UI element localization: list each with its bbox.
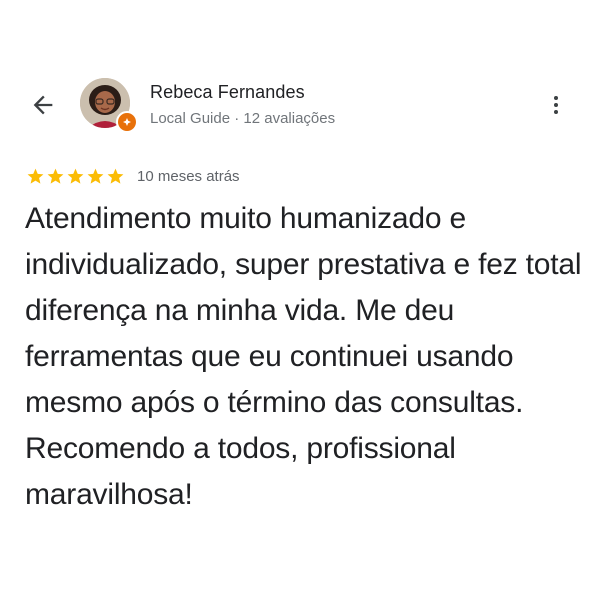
star-rating: [26, 167, 125, 186]
local-guide-badge-icon: [116, 111, 138, 133]
back-button[interactable]: [26, 88, 60, 122]
star-icon: [107, 168, 124, 184]
star-icon: [67, 168, 84, 184]
reviewer-name[interactable]: Rebeca Fernandes: [150, 82, 305, 103]
rating-row: 10 meses atrás: [26, 165, 240, 187]
star-icon: [27, 168, 44, 184]
more-vert-icon: [554, 96, 558, 114]
review-header: Rebeca Fernandes Local Guide · 12 avalia…: [0, 68, 600, 140]
more-options-button[interactable]: [540, 88, 572, 122]
star-icon: [87, 168, 104, 184]
star-icon: [47, 168, 64, 184]
review-text: Atendimento muito humanizado e individua…: [25, 202, 582, 511]
review-date: 10 meses atrás: [137, 167, 240, 185]
reviewer-meta: Local Guide · 12 avaliações: [150, 110, 336, 127]
arrow-back-icon: [33, 95, 53, 115]
avatar[interactable]: [80, 78, 138, 134]
